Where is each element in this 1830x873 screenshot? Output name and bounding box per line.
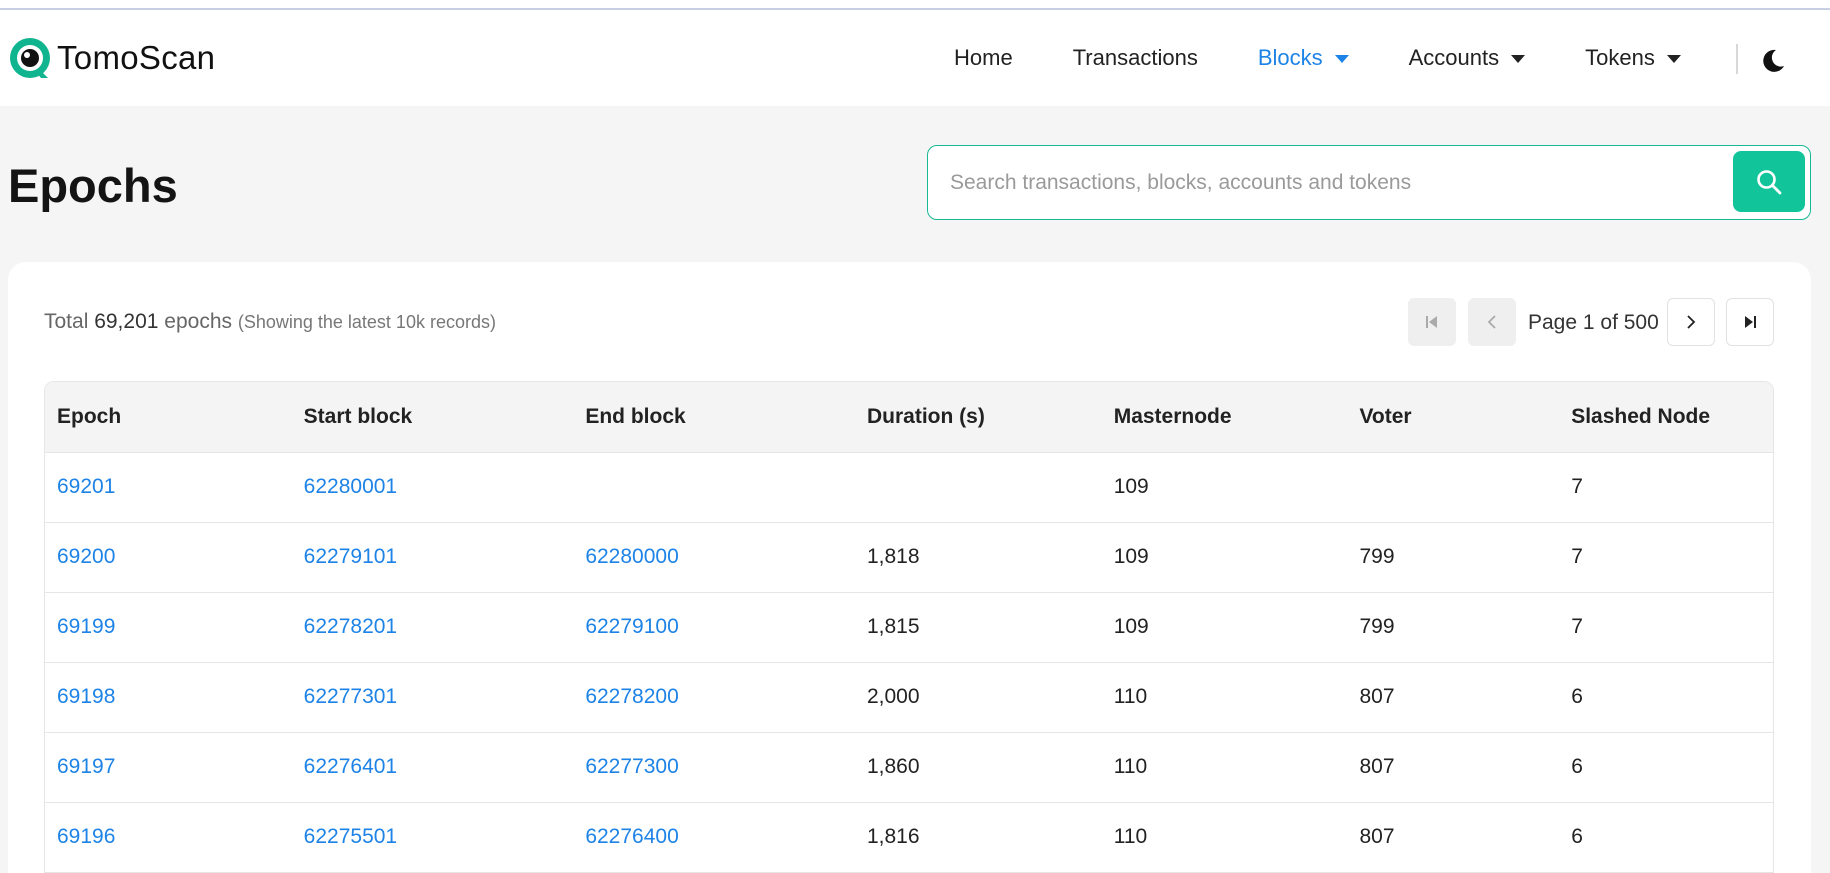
- column-header-slashed-node: Slashed Node: [1559, 382, 1773, 453]
- total-prefix: Total: [44, 310, 89, 333]
- duration-cell: 1,815: [854, 592, 1102, 663]
- duration-cell: [854, 452, 1102, 523]
- chevron-right-icon: [1687, 315, 1696, 329]
- slashed-node-cell: 6: [1559, 662, 1773, 733]
- search-icon: [1757, 169, 1782, 194]
- column-header-epoch: Epoch: [45, 382, 292, 453]
- start-block-link[interactable]: 62279101: [304, 545, 397, 568]
- start-block-link[interactable]: 62275501: [304, 825, 397, 848]
- table-row: 69200 62279101 62280000 1,818 109 799 7: [45, 522, 1773, 593]
- total-summary: Total 69,201 epochs (Showing the latest …: [44, 310, 496, 334]
- duration-cell: 1,818: [854, 522, 1102, 593]
- prev-page-button[interactable]: [1468, 298, 1516, 346]
- end-block-link[interactable]: 62278200: [585, 685, 678, 708]
- nav-home[interactable]: Home: [954, 45, 1013, 71]
- nav-divider: [1736, 44, 1738, 74]
- duration-cell: 1,816: [854, 802, 1102, 873]
- search-button[interactable]: [1733, 151, 1805, 212]
- last-page-button[interactable]: [1726, 298, 1774, 346]
- voter-cell: [1347, 452, 1560, 523]
- caret-down-icon: [1511, 55, 1526, 63]
- masternode-cell: 109: [1101, 452, 1348, 523]
- nav-tokens[interactable]: Tokens: [1585, 45, 1681, 71]
- table-row: 69198 62277301 62278200 2,000 110 807 6: [45, 662, 1773, 733]
- logo[interactable]: TomoScan: [8, 36, 215, 80]
- browser-top-edge: [0, 0, 1830, 10]
- epoch-link[interactable]: 69196: [57, 825, 115, 848]
- caret-down-icon: [1666, 55, 1681, 63]
- nav-transactions[interactable]: Transactions: [1073, 45, 1198, 71]
- end-block-link[interactable]: 62279100: [585, 615, 678, 638]
- main-nav: Home Transactions Blocks Accounts Tokens: [954, 10, 1741, 106]
- epoch-link[interactable]: 69198: [57, 685, 115, 708]
- nav-blocks-label: Blocks: [1257, 45, 1323, 70]
- site-header: TomoScan Home Transactions Blocks Accoun…: [0, 10, 1830, 106]
- first-page-button[interactable]: [1408, 298, 1456, 346]
- column-header-masternode: Masternode: [1101, 382, 1348, 453]
- table-row: 69197 62276401 62277300 1,860 110 807 6: [45, 732, 1773, 803]
- nav-accounts[interactable]: Accounts: [1409, 45, 1526, 71]
- page-title: Epochs: [8, 159, 178, 212]
- column-header-end-block: End block: [573, 382, 855, 453]
- last-page-icon: [1745, 316, 1756, 328]
- start-block-link[interactable]: 62280001: [304, 475, 397, 498]
- moon-icon[interactable]: [1760, 48, 1786, 74]
- column-header-start-block: Start block: [291, 382, 574, 453]
- first-page-icon: [1426, 316, 1437, 328]
- nav-home-label: Home: [954, 45, 1013, 70]
- masternode-cell: 110: [1101, 662, 1348, 733]
- epoch-link[interactable]: 69200: [57, 545, 115, 568]
- table-header-row: Epoch Start block End block Duration (s)…: [45, 382, 1773, 453]
- table-row: 69201 62280001 109 7: [45, 452, 1773, 523]
- search-input[interactable]: [950, 164, 1730, 202]
- end-block-link[interactable]: 62280000: [585, 545, 678, 568]
- epochs-table: Epoch Start block End block Duration (s)…: [44, 381, 1774, 873]
- slashed-node-cell: 7: [1559, 522, 1773, 593]
- duration-cell: 1,860: [854, 732, 1102, 803]
- slashed-node-cell: 7: [1559, 592, 1773, 663]
- nav-accounts-label: Accounts: [1408, 45, 1500, 70]
- nav-tokens-label: Tokens: [1585, 45, 1655, 70]
- total-count: 69,201: [94, 310, 159, 333]
- table-row: 69199 62278201 62279100 1,815 109 799 7: [45, 592, 1773, 663]
- voter-cell: 807: [1347, 662, 1560, 733]
- table-row: 69196 62275501 62276400 1,816 110 807 6: [45, 802, 1773, 873]
- end-block-link[interactable]: 62276400: [585, 825, 678, 848]
- total-note: (Showing the latest 10k records): [237, 312, 496, 332]
- slashed-node-cell: 6: [1559, 732, 1773, 803]
- chevron-left-icon: [1487, 315, 1496, 329]
- slashed-node-cell: 7: [1559, 452, 1773, 523]
- epoch-link[interactable]: 69199: [57, 615, 115, 638]
- epochs-card: Total 69,201 epochs (Showing the latest …: [8, 262, 1811, 873]
- duration-cell: 2,000: [854, 662, 1102, 733]
- masternode-cell: 110: [1101, 732, 1348, 803]
- search-bar: [927, 145, 1811, 220]
- start-block-link[interactable]: 62276401: [304, 755, 397, 778]
- masternode-cell: 109: [1101, 522, 1348, 593]
- masternode-cell: 110: [1101, 802, 1348, 873]
- epoch-link[interactable]: 69197: [57, 755, 115, 778]
- logo-icon: [10, 38, 50, 78]
- nav-blocks[interactable]: Blocks: [1258, 45, 1349, 71]
- caret-down-icon: [1334, 55, 1349, 63]
- voter-cell: 807: [1347, 732, 1560, 803]
- total-suffix: epochs: [164, 310, 232, 333]
- slashed-node-cell: 6: [1559, 802, 1773, 873]
- voter-cell: 807: [1347, 802, 1560, 873]
- column-header-duration: Duration (s): [854, 382, 1102, 453]
- voter-cell: 799: [1347, 592, 1560, 663]
- page-indicator: Page 1 of 500: [1528, 311, 1659, 334]
- voter-cell: 799: [1347, 522, 1560, 593]
- column-header-voter: Voter: [1347, 382, 1560, 453]
- end-block-link[interactable]: 62277300: [585, 755, 678, 778]
- next-page-button[interactable]: [1667, 298, 1715, 346]
- masternode-cell: 109: [1101, 592, 1348, 663]
- start-block-link[interactable]: 62277301: [304, 685, 397, 708]
- logo-text: TomoScan: [57, 39, 216, 76]
- start-block-link[interactable]: 62278201: [304, 615, 397, 638]
- epoch-link[interactable]: 69201: [57, 475, 115, 498]
- nav-transactions-label: Transactions: [1072, 45, 1198, 70]
